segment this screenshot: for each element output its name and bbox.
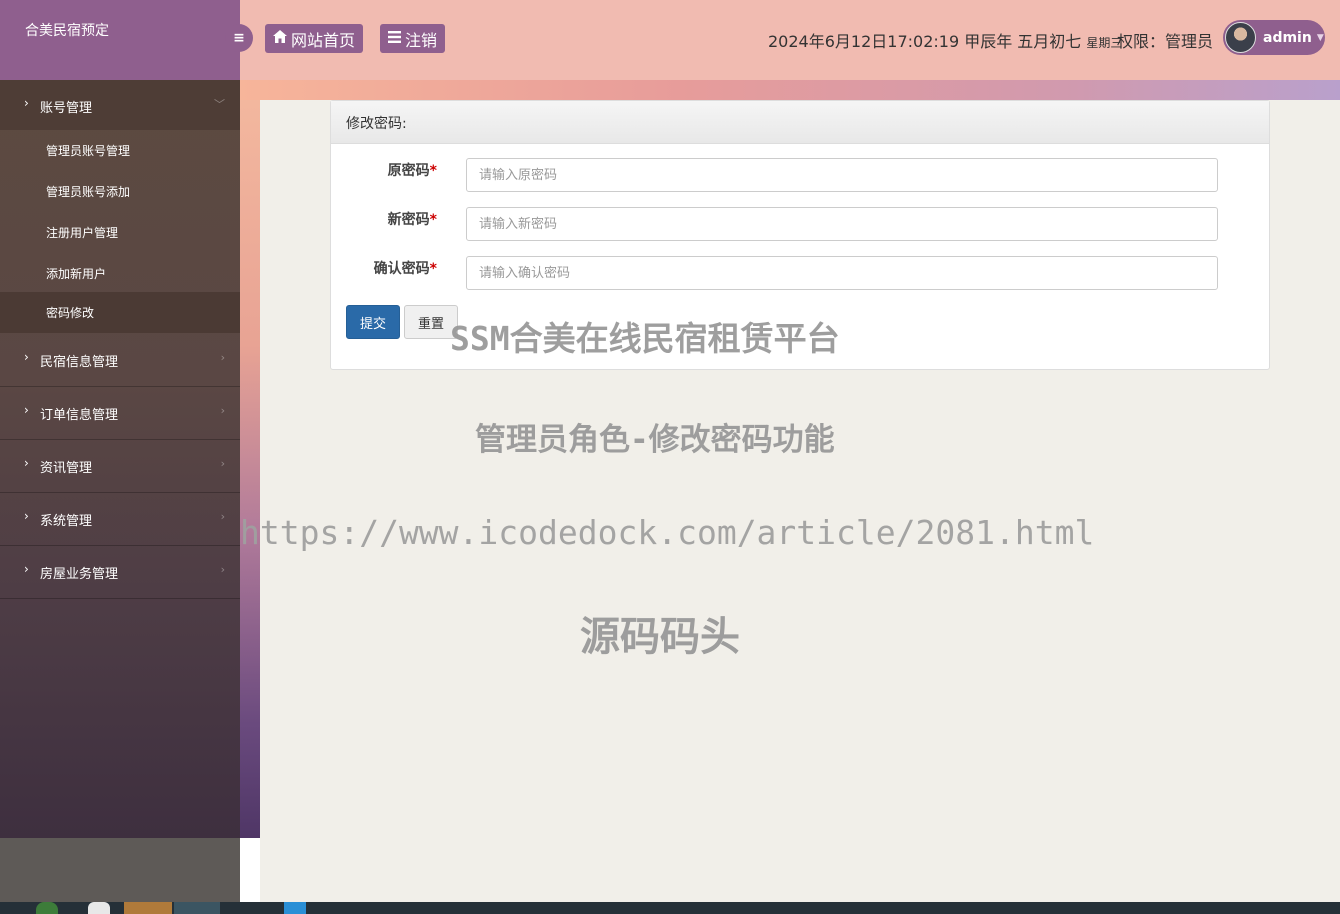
sidebar-group-homestay[interactable]: › 民宿信息管理 › <box>0 334 240 387</box>
sidebar-group-account[interactable]: › 账号管理 ﹀ <box>0 80 240 130</box>
chevron-right-icon: › <box>24 456 29 470</box>
menu-icon: ≡ <box>233 30 245 46</box>
username: admin <box>1263 29 1312 46</box>
sidebar-item-password[interactable]: 密码修改 <box>0 292 240 333</box>
home-button[interactable]: 网站首页 <box>265 24 364 53</box>
sidebar-group-news[interactable]: › 资讯管理 › <box>0 440 240 493</box>
panel-title: 修改密码: <box>331 101 1269 144</box>
watermark-subtitle: 管理员角色-修改密码功能 <box>475 422 835 458</box>
chevron-right-icon: › <box>220 563 225 576</box>
list-icon <box>388 30 401 47</box>
new-password-input[interactable] <box>466 207 1218 241</box>
logout-button-label: 注销 <box>405 30 438 50</box>
chevron-right-icon: › <box>24 562 29 576</box>
required-mark: * <box>429 212 437 228</box>
home-icon <box>273 30 287 47</box>
sidebar-item-user-manage[interactable]: 注册用户管理 <box>0 212 240 253</box>
content-top-strip <box>240 80 1340 100</box>
watermark-url: https://www.icodedock.com/article/2081.h… <box>240 513 1095 552</box>
chevron-right-icon: › <box>24 96 29 110</box>
sidebar-item-label: 管理员账号管理 <box>46 144 131 158</box>
sidebar-item-user-add[interactable]: 添加新用户 <box>0 253 240 294</box>
chevron-right-icon: › <box>220 351 225 364</box>
sidebar-item-admin-add[interactable]: 管理员账号添加 <box>0 171 240 212</box>
avatar <box>1225 22 1256 53</box>
sidebar-group-label: 资讯管理 <box>40 461 93 476</box>
top-header: 合美民宿预定 ≡ 网站首页 注销 2024年6月12日17:02:19 甲辰年 … <box>0 0 1340 80</box>
taskbar-app-icon[interactable] <box>36 902 58 914</box>
confirm-password-input[interactable] <box>466 256 1218 290</box>
watermark-title: SSM合美在线民宿租赁平台 <box>450 319 840 358</box>
gutter <box>240 838 260 902</box>
chevron-down-icon: ﹀ <box>214 98 225 111</box>
required-mark: * <box>429 163 437 179</box>
label-text: 新密码 <box>387 212 430 228</box>
form-row-new-password: 新密码* <box>331 207 1271 241</box>
datetime-display: 2024年6月12日17:02:19 甲辰年 五月初七 星期三 <box>768 28 1122 52</box>
form-row-confirm-password: 确认密码* <box>331 256 1271 290</box>
chevron-right-icon: › <box>220 457 225 470</box>
sidebar-footer <box>0 838 240 902</box>
old-password-input[interactable] <box>466 158 1218 192</box>
label-text: 确认密码 <box>373 261 430 277</box>
brand-title: 合美民宿预定 <box>25 23 109 39</box>
taskbar-app-icon[interactable] <box>174 902 220 914</box>
home-button-label: 网站首页 <box>291 30 356 50</box>
sidebar-group-label: 系统管理 <box>40 514 93 529</box>
sidebar-group-label: 民宿信息管理 <box>40 355 119 370</box>
sidebar: › 账号管理 ﹀ 管理员账号管理 管理员账号添加 注册用户管理 添加新用户 密码… <box>0 80 240 838</box>
datetime-text: 2024年6月12日17:02:19 甲辰年 五月初七 <box>768 32 1082 51</box>
field-label: 确认密码* <box>374 258 437 278</box>
sidebar-group-system[interactable]: › 系统管理 › <box>0 493 240 546</box>
submit-button[interactable]: 提交 <box>346 305 400 339</box>
taskbar-app-icon[interactable] <box>124 902 172 914</box>
taskbar-app-icon[interactable] <box>88 902 110 914</box>
permission-text: 权限：管理员 <box>1117 32 1214 51</box>
chevron-right-icon: › <box>24 509 29 523</box>
sidebar-item-admin-manage[interactable]: 管理员账号管理 <box>0 130 240 171</box>
caret-down-icon: ▼ <box>1316 32 1324 43</box>
sidebar-group-orders[interactable]: › 订单信息管理 › <box>0 387 240 440</box>
sidebar-item-label: 管理员账号添加 <box>46 185 131 199</box>
required-mark: * <box>429 261 437 277</box>
sidebar-item-label: 注册用户管理 <box>46 226 119 240</box>
label-text: 原密码 <box>387 163 430 179</box>
user-menu[interactable]: admin ▼ <box>1223 20 1325 55</box>
brand-area: 合美民宿预定 <box>0 0 240 80</box>
sidebar-item-label: 添加新用户 <box>46 267 107 281</box>
watermark-source: 源码码头 <box>580 614 740 660</box>
sidebar-group-label: 房屋业务管理 <box>40 567 119 582</box>
sidebar-toggle-button[interactable]: ≡ <box>225 24 253 52</box>
field-label: 新密码* <box>388 209 437 229</box>
field-label: 原密码* <box>388 160 437 180</box>
sidebar-group-label: 账号管理 <box>40 101 93 116</box>
sidebar-item-label: 密码修改 <box>46 306 95 320</box>
form-row-old-password: 原密码* <box>331 158 1271 192</box>
sidebar-group-housing[interactable]: › 房屋业务管理 › <box>0 546 240 599</box>
logout-button[interactable]: 注销 <box>380 24 446 53</box>
taskbar-app-icon[interactable] <box>284 902 306 914</box>
chevron-right-icon: › <box>220 510 225 523</box>
sidebar-group-label: 订单信息管理 <box>40 408 119 423</box>
chevron-right-icon: › <box>24 403 29 417</box>
chevron-right-icon: › <box>220 404 225 417</box>
chevron-right-icon: › <box>24 350 29 364</box>
